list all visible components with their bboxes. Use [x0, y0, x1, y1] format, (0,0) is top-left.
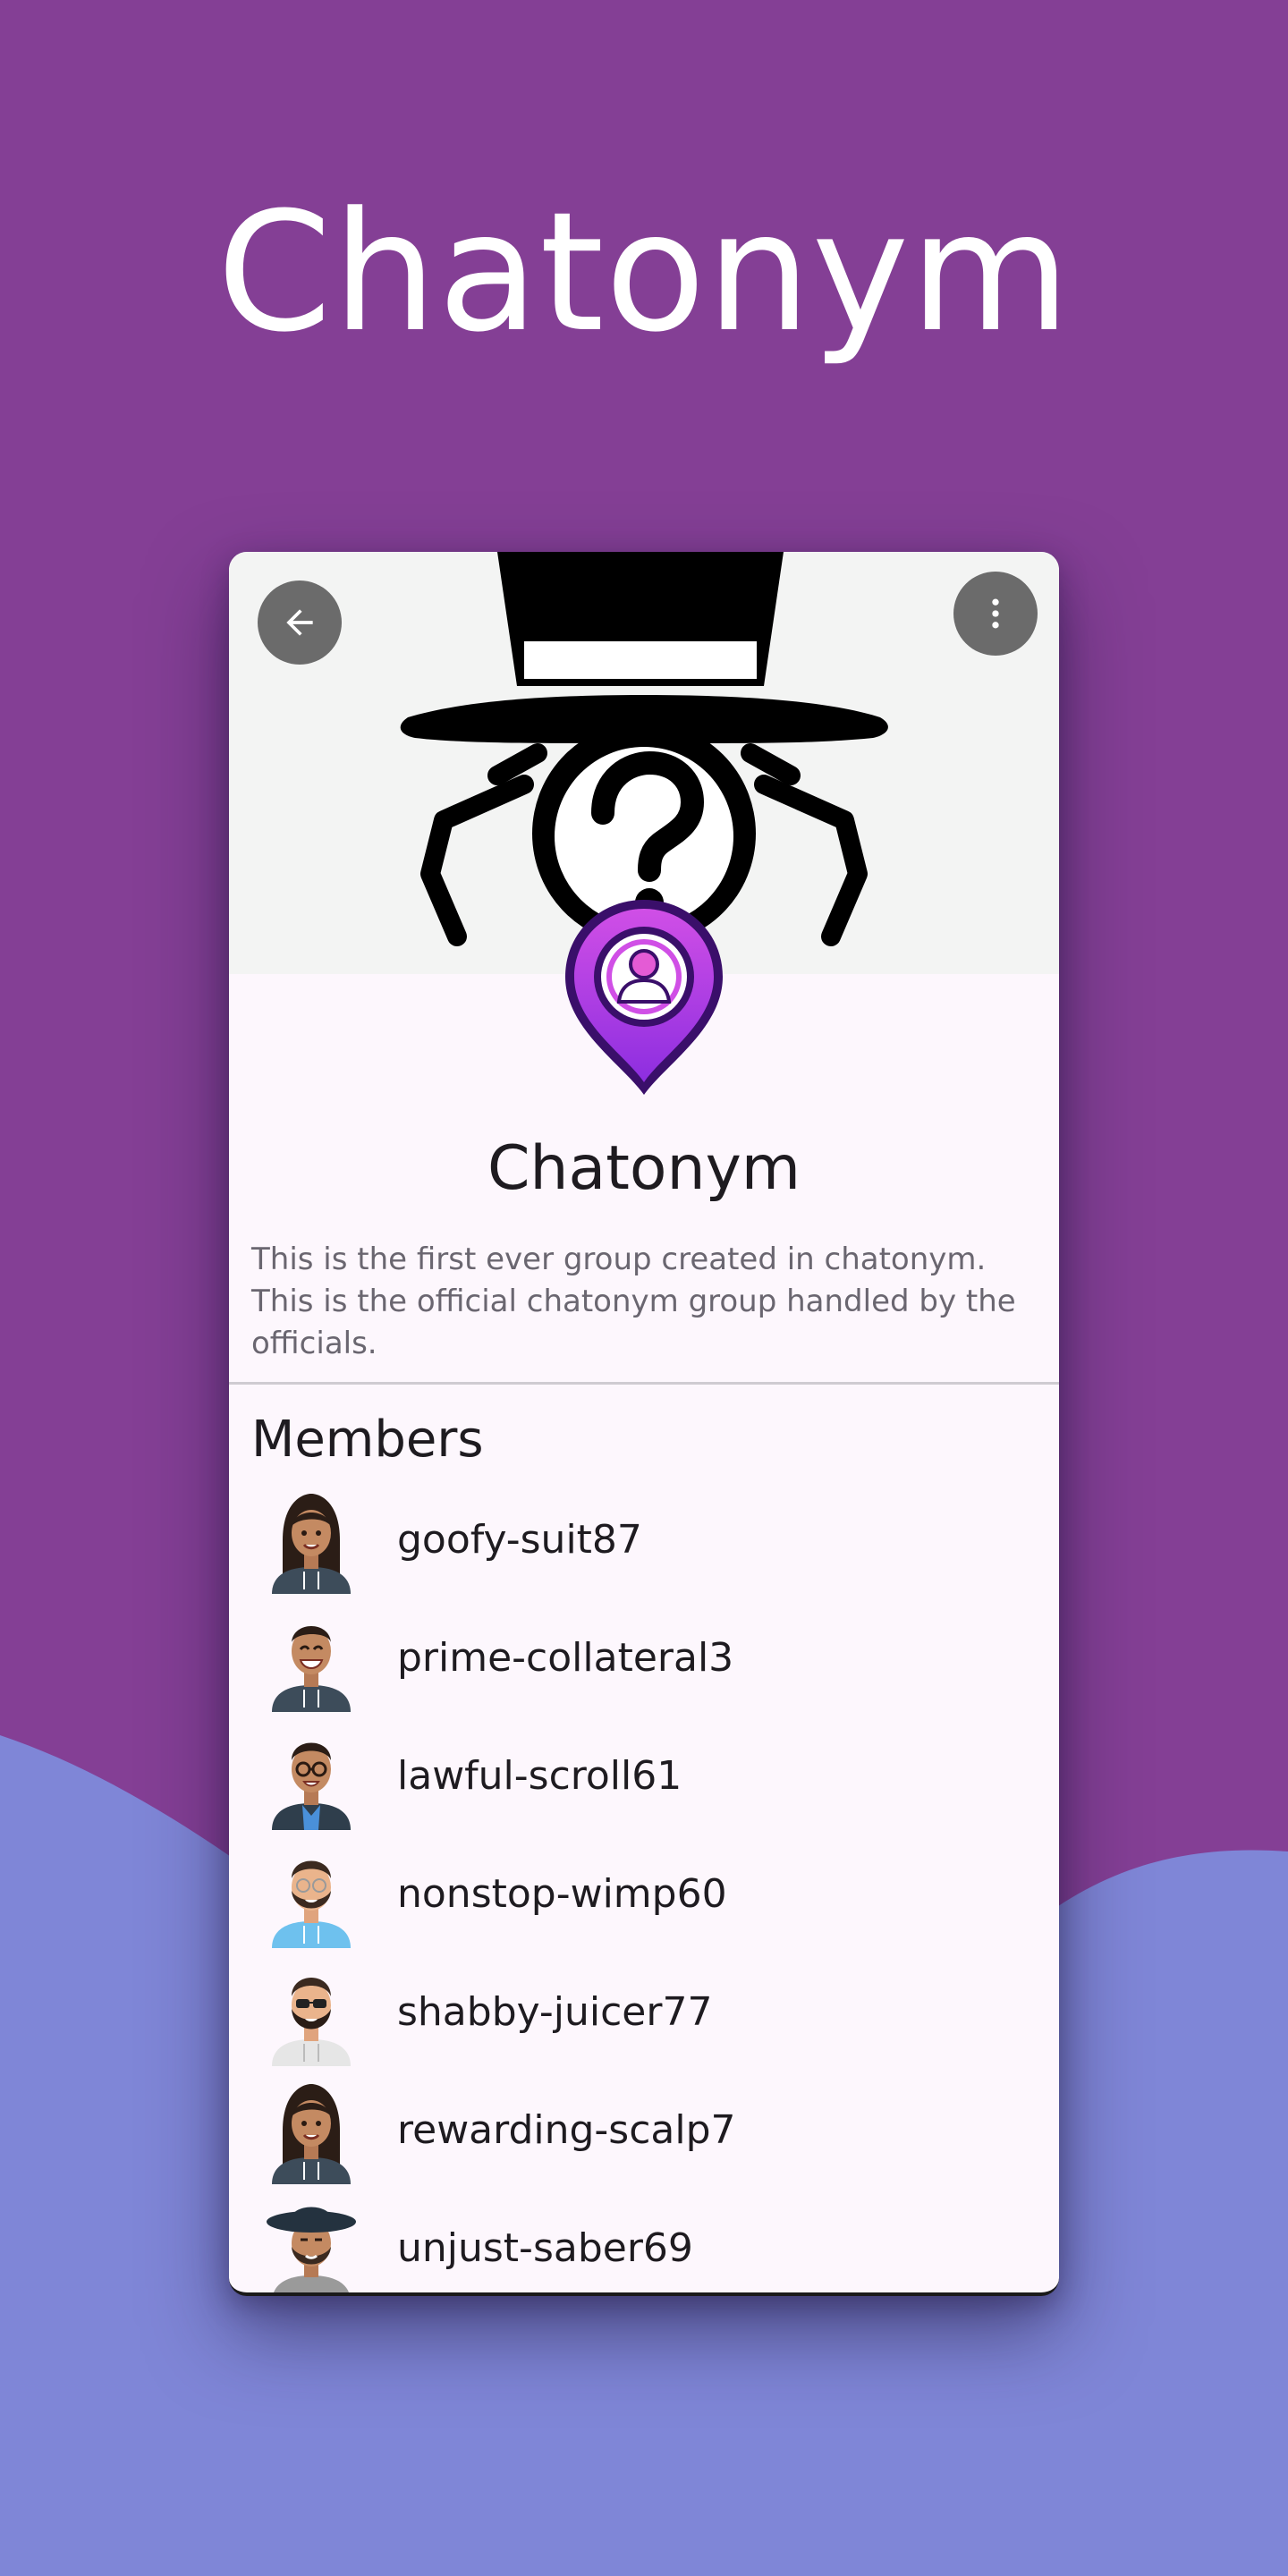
member-item[interactable]: unjust-saber69 [229, 2195, 1059, 2292]
member-item[interactable]: shabby-juicer77 [229, 1959, 1059, 2077]
group-description: This is the first ever group created in … [251, 1241, 1016, 1361]
member-name: lawful-scroll61 [397, 1753, 682, 1799]
group-logo-pin-icon [565, 900, 723, 1095]
member-item[interactable]: nonstop-wimp60 [229, 1841, 1059, 1959]
man-beard-glasses-avatar [272, 1860, 351, 1948]
member-name: nonstop-wimp60 [397, 1871, 727, 1917]
group-name: Chatonym [487, 1133, 801, 1204]
arrow-back-icon [286, 609, 313, 636]
member-name: rewarding-scalp7 [397, 2107, 736, 2153]
man-sunglasses-beard-avatar [272, 1978, 351, 2066]
woman-long-hair-avatar [272, 1494, 351, 1594]
man-laughing-avatar [272, 1626, 351, 1712]
members-heading: Members [251, 1411, 484, 1469]
more-vert-icon [992, 598, 999, 629]
back-button[interactable] [258, 580, 342, 665]
member-item[interactable]: prime-collateral3 [229, 1605, 1059, 1723]
man-hat-beard-avatar [267, 2207, 356, 2292]
member-item[interactable]: goofy-suit87 [229, 1487, 1059, 1605]
member-name: prime-collateral3 [397, 1635, 734, 1681]
promo-title: Chatonym [216, 177, 1072, 369]
member-item[interactable]: lawful-scroll61 [229, 1723, 1059, 1841]
woman-long-hair-avatar [272, 2084, 351, 2184]
member-name: shabby-juicer77 [397, 1989, 713, 2035]
more-options-button[interactable] [953, 572, 1038, 656]
group-info-screen: Chatonym This is the first ever group cr… [229, 552, 1059, 2296]
divider [229, 1382, 1059, 1385]
member-item[interactable]: rewarding-scalp7 [229, 2077, 1059, 2195]
man-glasses-avatar [272, 1742, 351, 1830]
member-name: unjust-saber69 [397, 2225, 693, 2271]
member-name: goofy-suit87 [397, 1517, 642, 1563]
